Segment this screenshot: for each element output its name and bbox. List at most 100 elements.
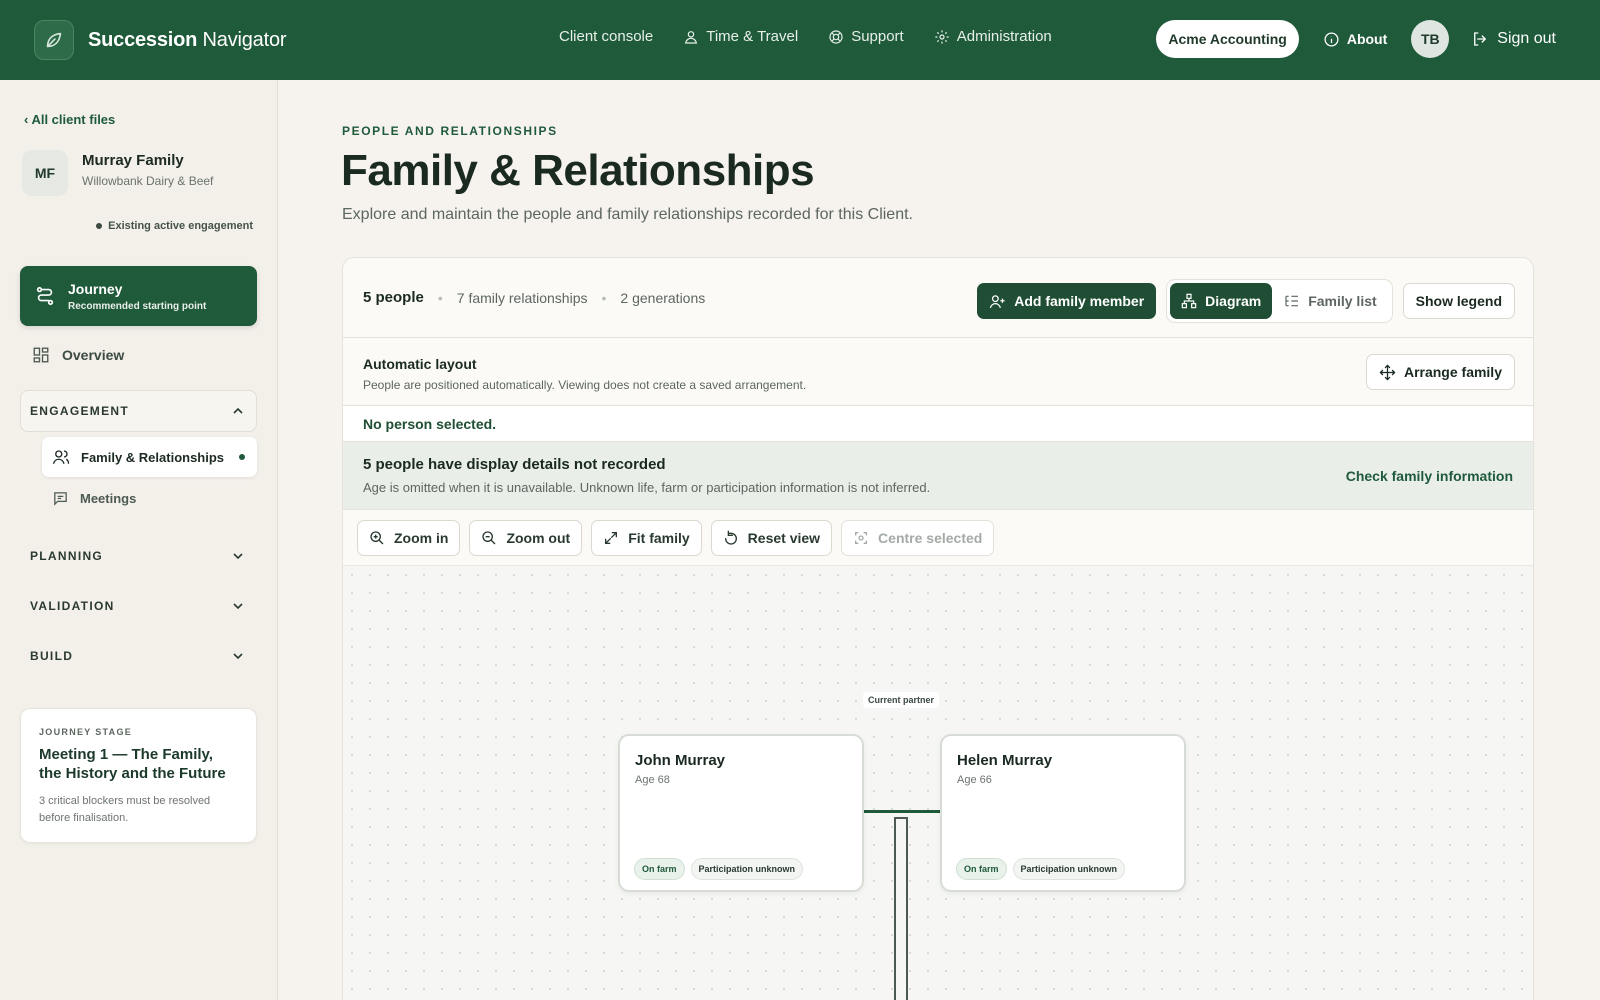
family-panel: 5 people • 7 family relationships • 2 ge…: [342, 257, 1534, 1000]
user-pin-icon: [685, 30, 698, 44]
list-tree-icon: [1285, 295, 1299, 307]
about-link[interactable]: About: [1323, 31, 1387, 48]
grid-icon: [33, 347, 49, 363]
view-toggle: Diagram Family list: [1166, 279, 1393, 323]
chevron-down-icon[interactable]: [233, 551, 243, 561]
move-icon: [1379, 364, 1396, 380]
active-dot-icon: [239, 454, 245, 460]
zoom-out-icon: [482, 530, 496, 544]
person-tags: On farm Participation unknown: [956, 858, 1126, 880]
partner-link: [864, 810, 940, 813]
nav-client-console[interactable]: Client console: [559, 28, 653, 45]
lifebuoy-icon: [829, 29, 843, 44]
info-icon: [1324, 31, 1339, 47]
family-list-view-button[interactable]: Family list: [1272, 283, 1388, 319]
zoom-in-button[interactable]: Zoom in: [357, 519, 461, 556]
diagram-view-button[interactable]: Diagram: [1170, 283, 1273, 319]
leaf-logo-icon: [34, 20, 74, 60]
sidebar: ‹ All client files MF Murray Family Will…: [0, 80, 278, 1000]
fit-family-button[interactable]: Fit family: [591, 519, 702, 556]
chevron-up-icon[interactable]: [233, 406, 243, 416]
stage-title: Meeting 1 — The Family, the History and …: [39, 746, 226, 782]
chevron-down-icon[interactable]: [233, 651, 243, 661]
family-stats: 5 people • 7 family relationships • 2 ge…: [363, 289, 706, 306]
person-name: Helen Murray: [957, 752, 1053, 769]
client-avatar: MF: [22, 150, 68, 196]
page-eyebrow: PEOPLE AND RELATIONSHIPS: [342, 124, 558, 138]
nav-support[interactable]: Support: [828, 28, 904, 45]
user-plus-icon: [990, 294, 1005, 308]
brand-name: Succession Navigator: [88, 28, 287, 51]
top-bar: Succession Navigator Client console Time…: [0, 0, 1600, 80]
person-card[interactable]: Helen Murray Age 66 On farm Participatio…: [940, 734, 1186, 892]
sidebar-item-family-relationships[interactable]: Family & Relationships: [42, 437, 257, 477]
person-tags: On farm Participation unknown: [634, 858, 804, 880]
people-icon: [52, 450, 70, 464]
status-dot-icon: [96, 223, 103, 229]
family-diagram-canvas[interactable]: Current partner John Murray Age 68 On fa…: [343, 566, 1533, 1000]
selection-text: No person selected.: [363, 416, 497, 432]
add-family-member-button[interactable]: Add family member: [977, 283, 1157, 319]
farm-status-badge: On farm: [956, 858, 1007, 880]
panel-header: 5 people • 7 family relationships • 2 ge…: [343, 258, 1533, 338]
participation-badge: Participation unknown: [1012, 858, 1126, 880]
person-card[interactable]: John Murray Age 68 On farm Participation…: [618, 734, 864, 892]
client-name: Murray Family: [82, 152, 184, 169]
people-count: 5 people: [363, 289, 424, 306]
show-legend-button[interactable]: Show legend: [1402, 283, 1515, 319]
missing-details-notice: 5 people have display details not record…: [343, 442, 1533, 510]
section-build[interactable]: BUILD: [30, 649, 73, 663]
engagement-status: Existing active engagement: [96, 220, 253, 232]
section-planning[interactable]: PLANNING: [30, 549, 103, 563]
client-summary: MF Murray Family Willowbank Dairy & Beef: [22, 150, 213, 196]
diagram-toolbar: Zoom in Zoom out Fit family Reset view C…: [343, 510, 1533, 566]
journey-nav-item[interactable]: Journey Recommended starting point: [20, 266, 257, 326]
arrange-family-button[interactable]: Arrange family: [1365, 354, 1515, 390]
farm-status-badge: On farm: [634, 858, 685, 880]
reset-icon: [724, 530, 737, 545]
user-avatar[interactable]: TB: [1411, 20, 1450, 58]
layout-description: People are positioned automatically. Vie…: [363, 378, 807, 392]
brand[interactable]: Succession Navigator: [34, 20, 287, 60]
centre-selected-button[interactable]: Centre selected: [841, 519, 995, 556]
current-partner-label: Current partner: [863, 692, 940, 708]
section-validation[interactable]: VALIDATION: [30, 599, 115, 613]
layout-title: Automatic layout: [363, 356, 477, 372]
page-title: Family & Relationships: [341, 146, 815, 195]
journey-stage-card: JOURNEY STAGE Meeting 1 — The Family, th…: [20, 708, 257, 843]
reset-view-button[interactable]: Reset view: [710, 519, 833, 556]
hierarchy-icon: [1181, 293, 1197, 309]
focus-icon: [855, 531, 868, 544]
user-area: Acme Accounting About TB Sign out: [1156, 20, 1556, 58]
sign-out-button[interactable]: Sign out: [1471, 30, 1556, 48]
participation-badge: Participation unknown: [690, 858, 804, 880]
nav-administration[interactable]: Administration: [934, 28, 1052, 45]
descendant-link: [894, 817, 908, 1000]
nav-time-travel[interactable]: Time & Travel: [683, 28, 798, 45]
selection-status: No person selected.: [343, 406, 1533, 442]
journey-title: Journey: [68, 280, 123, 297]
sidebar-item-meetings[interactable]: Meetings: [52, 490, 136, 507]
page-description: Explore and maintain the people and fami…: [342, 206, 913, 223]
relationship-count: 7 family relationships: [456, 289, 588, 306]
check-family-information-link[interactable]: Check family information: [1346, 468, 1513, 484]
notice-title: 5 people have display details not record…: [363, 456, 666, 473]
generation-count: 2 generations: [620, 289, 706, 306]
gear-icon: [935, 29, 949, 44]
sidebar-item-overview[interactable]: Overview: [32, 346, 124, 364]
organisation-pill[interactable]: Acme Accounting: [1156, 20, 1299, 58]
zoom-out-button[interactable]: Zoom out: [469, 519, 583, 556]
section-engagement[interactable]: ENGAGEMENT: [30, 404, 129, 418]
chat-icon: [54, 492, 67, 506]
chevron-down-icon[interactable]: [233, 601, 243, 611]
zoom-in-icon: [370, 530, 384, 544]
stage-note: 3 critical blockers must be resolved bef…: [39, 795, 211, 824]
notice-description: Age is omitted when it is unavailable. U…: [363, 480, 931, 495]
person-name: John Murray: [635, 752, 726, 769]
client-business: Willowbank Dairy & Beef: [82, 174, 214, 188]
main-nav: Client console Time & Travel Support Adm…: [559, 28, 1052, 45]
back-to-client-files[interactable]: ‹ All client files: [24, 112, 115, 127]
panel-actions: Add family member Diagram Family list Sh…: [977, 279, 1515, 323]
stage-eyebrow: JOURNEY STAGE: [39, 727, 133, 737]
person-age: Age 68: [635, 774, 670, 786]
